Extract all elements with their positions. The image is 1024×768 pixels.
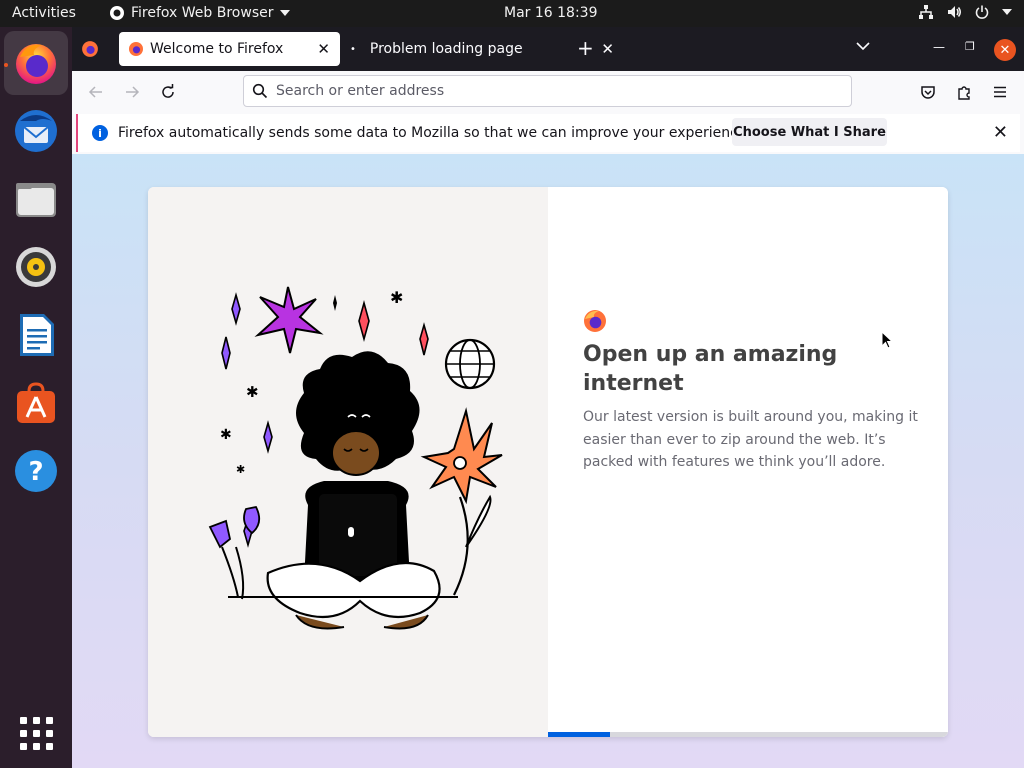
dock-help[interactable]: ?	[4, 439, 68, 503]
rhythmbox-icon	[16, 247, 56, 287]
new-tab-button[interactable]: +	[577, 36, 594, 60]
welcome-page: ✱ ✱ ✱ ✱ Open up an amazing internet Our …	[72, 154, 1024, 768]
welcome-subtext: Our latest version is built around you, …	[583, 409, 918, 470]
tab-dot-icon: •	[350, 43, 356, 55]
app-menu-button[interactable]	[989, 81, 1011, 103]
notification-message: Firefox automatically sends some data to…	[118, 125, 751, 141]
progress-fill	[548, 732, 610, 737]
tab-problem-loading[interactable]: • Problem loading page ✕	[346, 32, 614, 66]
pocket-button[interactable]	[917, 81, 939, 103]
reload-button[interactable]	[157, 81, 179, 103]
pinned-tab[interactable]	[81, 40, 99, 62]
mouse-cursor-icon	[881, 331, 893, 349]
tab-bar: Welcome to Firefox ✕ • Problem loading p…	[72, 27, 1024, 71]
svg-text:✱: ✱	[236, 463, 245, 476]
chevron-down-icon	[1002, 9, 1012, 15]
url-bar[interactable]	[243, 75, 852, 107]
reload-icon	[162, 84, 174, 98]
choose-what-i-share-button[interactable]: Choose What I Share	[732, 118, 887, 146]
clock[interactable]: Mar 16 18:39	[504, 5, 597, 21]
maximize-button[interactable]: ❐	[965, 40, 975, 53]
forward-button[interactable]	[121, 81, 143, 103]
list-all-tabs-icon[interactable]	[856, 39, 870, 53]
tab-welcome[interactable]: Welcome to Firefox ✕	[119, 32, 340, 66]
dock-rhythmbox[interactable]	[4, 235, 68, 299]
activities-button[interactable]: Activities	[12, 5, 76, 21]
extensions-button[interactable]	[953, 81, 975, 103]
dock-firefox[interactable]	[4, 31, 68, 95]
person-with-laptop-illustration: ✱ ✱ ✱ ✱	[208, 286, 503, 630]
address-input[interactable]	[276, 83, 851, 99]
svg-text:✱: ✱	[220, 427, 232, 443]
back-button[interactable]	[85, 81, 107, 103]
info-icon: i	[92, 125, 108, 141]
minimize-button[interactable]: —	[933, 40, 945, 54]
tab-title: Problem loading page	[369, 41, 523, 57]
app-menu[interactable]: Firefox Web Browser	[109, 5, 290, 21]
show-applications-button[interactable]	[20, 717, 53, 750]
pocket-icon	[921, 86, 935, 99]
dock-writer[interactable]	[4, 303, 68, 367]
help-icon: ?	[15, 450, 57, 492]
libreoffice-writer-icon	[20, 314, 54, 356]
dock: ?	[0, 27, 72, 768]
network-icon	[919, 5, 933, 19]
software-center-icon	[17, 382, 55, 423]
firefox-small-icon	[110, 6, 124, 20]
nav-bar	[72, 71, 1024, 113]
close-window-button[interactable]: ✕	[994, 39, 1016, 61]
files-icon	[16, 183, 56, 217]
power-icon	[975, 5, 989, 19]
firefox-logo-icon	[584, 310, 606, 332]
firefox-window: Welcome to Firefox ✕ • Problem loading p…	[72, 27, 1024, 768]
volume-icon	[948, 6, 961, 18]
top-bar: Activities Firefox Web Browser Mar 16 18…	[0, 0, 1024, 27]
svg-text:✱: ✱	[246, 383, 259, 401]
firefox-favicon-icon	[82, 41, 98, 57]
illustration-panel: ✱ ✱ ✱ ✱	[148, 187, 548, 737]
hamburger-menu-icon	[994, 86, 1006, 98]
dock-files[interactable]	[4, 167, 68, 231]
close-notification-icon[interactable]: ✕	[993, 122, 1008, 143]
puzzle-icon	[958, 86, 970, 100]
telemetry-notification: i Firefox automatically sends some data …	[76, 114, 1020, 152]
app-name: Firefox Web Browser	[131, 5, 274, 21]
close-tab-icon[interactable]: ✕	[601, 40, 614, 58]
close-tab-icon[interactable]: ✕	[317, 40, 330, 58]
svg-text:?: ?	[28, 457, 43, 487]
dock-thunderbird[interactable]	[4, 99, 68, 163]
onboarding-card: ✱ ✱ ✱ ✱ Open up an amazing internet Our …	[148, 187, 948, 737]
svg-text:✱: ✱	[390, 288, 403, 307]
chevron-down-icon	[279, 10, 290, 16]
welcome-headline: Open up an amazing internet	[583, 342, 838, 396]
system-tray[interactable]	[918, 4, 1012, 20]
forward-arrow-icon	[126, 86, 140, 98]
firefox-icon	[16, 44, 56, 84]
dock-software[interactable]	[4, 371, 68, 435]
back-arrow-icon	[88, 86, 102, 98]
tab-title: Welcome to Firefox	[150, 41, 284, 57]
thunderbird-icon	[15, 110, 57, 152]
active-indicator	[4, 63, 8, 67]
onboarding-progress	[548, 732, 948, 737]
search-icon	[252, 83, 268, 99]
firefox-favicon-icon	[129, 42, 143, 56]
text-panel: Open up an amazing internet Our latest v…	[548, 187, 948, 737]
